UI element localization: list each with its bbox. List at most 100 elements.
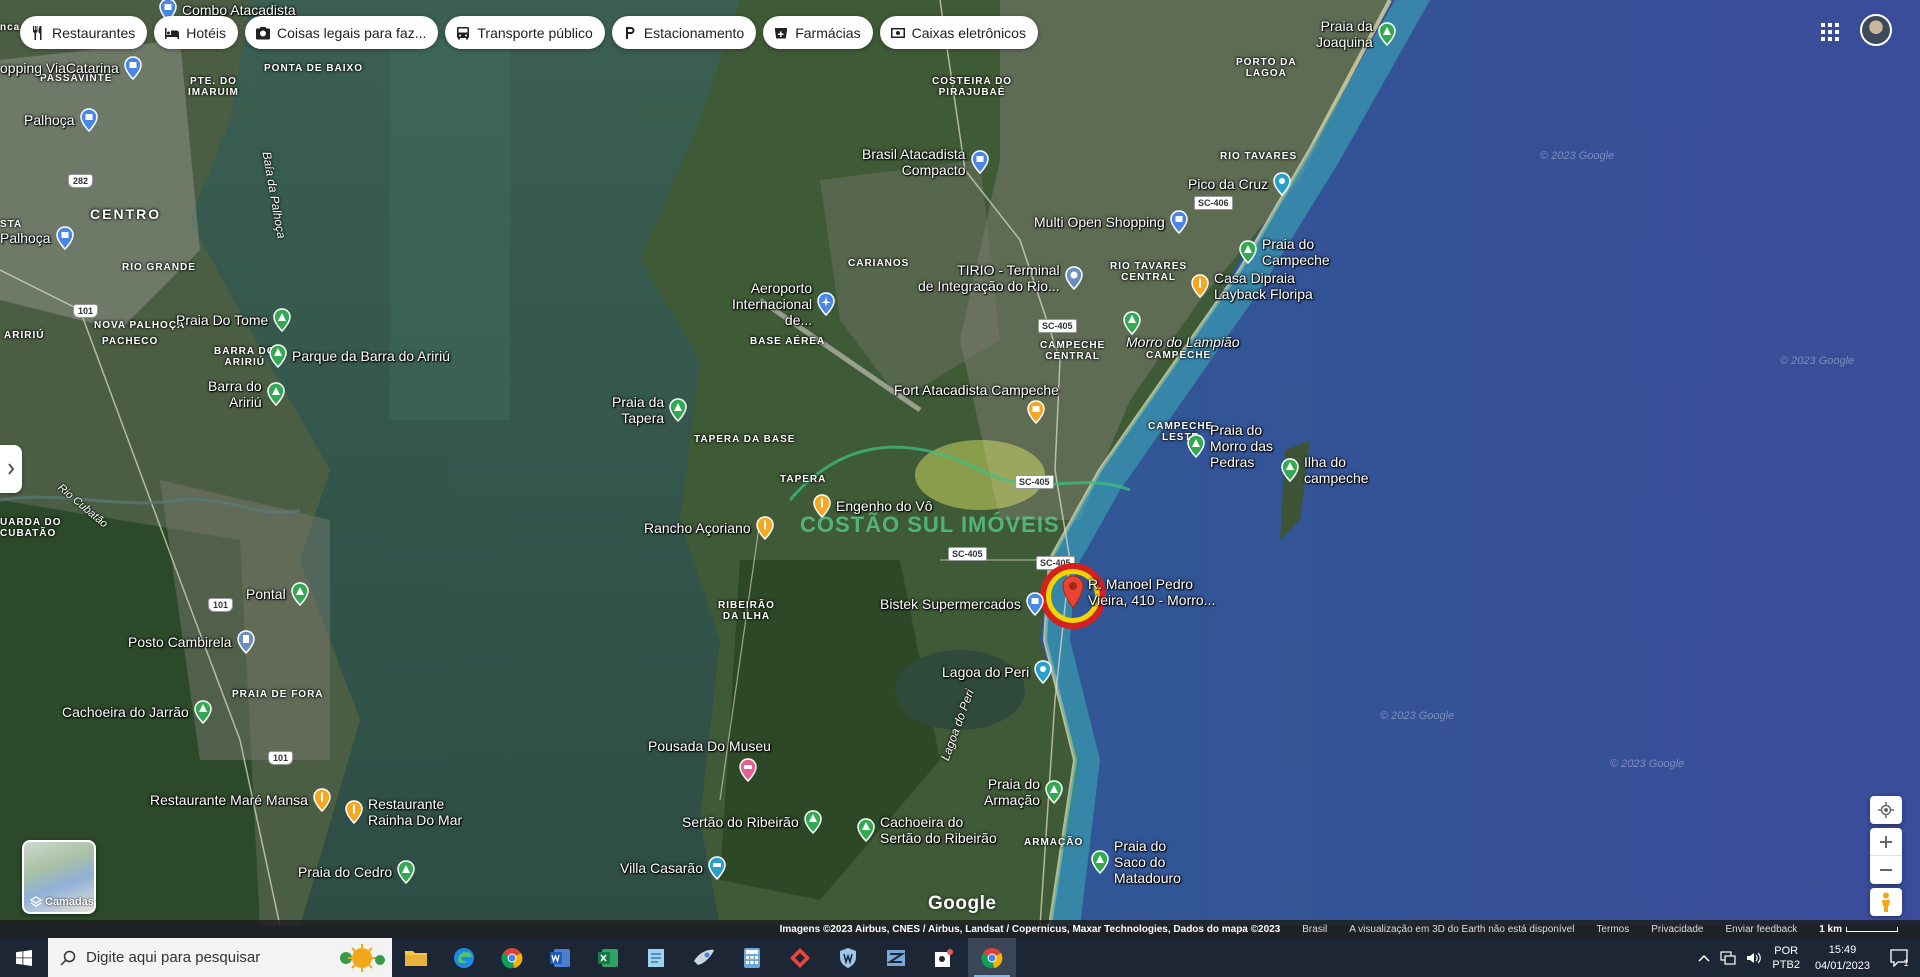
tray-volume[interactable] xyxy=(1741,951,1767,965)
notepad-icon xyxy=(648,948,664,967)
layers-icon xyxy=(30,896,42,907)
place-aeroporto[interactable]: Aeroporto Internacional de... xyxy=(732,280,836,328)
start-button[interactable] xyxy=(0,938,48,977)
place-sertao-ribeirao[interactable]: Sertão do Ribeirão xyxy=(682,810,823,834)
place-engenho-do-vo[interactable]: Engenho do Vô xyxy=(812,494,933,518)
place-praia-do-tome[interactable]: Praia Do Tome xyxy=(176,308,292,332)
place-praia-campeche[interactable]: Praia do Campeche xyxy=(1238,236,1330,268)
place-praia-armacao[interactable]: Praia do Armação xyxy=(984,776,1064,808)
tray-language[interactable]: POR PTB2 xyxy=(1767,944,1805,972)
chip-parking[interactable]: Estacionamento xyxy=(611,16,757,49)
feedback-link[interactable]: Enviar feedback xyxy=(1725,924,1797,935)
action-center-button[interactable]: 1 xyxy=(1880,938,1920,977)
chip-hotels[interactable]: Hotéis xyxy=(154,16,238,49)
place-rancho-acoriano[interactable]: Rancho Açoriano xyxy=(644,516,775,540)
taskbar-defender[interactable] xyxy=(824,938,872,977)
road-shield: SC-405 xyxy=(948,547,987,561)
chip-things-to-do[interactable]: Coisas legais para faz... xyxy=(244,16,439,49)
chip-atms[interactable]: Caixas eletrônicos xyxy=(879,16,1038,49)
place-pico-da-cruz[interactable]: Pico da Cruz xyxy=(1188,172,1292,196)
zoom-in-button[interactable] xyxy=(1870,828,1902,856)
area-label: PTE. DO IMARUIM xyxy=(188,76,239,98)
place-posto-cambirela[interactable]: Posto Cambirela xyxy=(128,630,256,654)
place-pontal[interactable]: Pontal xyxy=(246,582,310,606)
place-praia-do-cedro[interactable]: Praia do Cedro xyxy=(298,860,416,884)
terms-link[interactable]: Termos xyxy=(1596,924,1629,935)
place-label: TIRIO - Terminal de Integração do Rio... xyxy=(918,262,1060,294)
place-shopping-via-catarina[interactable]: opping ViaCatarina xyxy=(0,56,143,80)
shopping-pin-icon[interactable] xyxy=(1026,400,1046,424)
place-label: Fort Atacadista Campeche xyxy=(894,382,1059,398)
chip-public-transport[interactable]: Transporte público xyxy=(445,16,605,49)
layers-button[interactable]: Camadas xyxy=(22,840,96,914)
taskbar-app-7[interactable] xyxy=(680,938,728,977)
place-parque-barra-ariiu[interactable]: Parque da Barra do Aririú xyxy=(268,344,450,368)
side-panel-toggle[interactable] xyxy=(0,445,22,493)
tray-network[interactable] xyxy=(1715,950,1741,965)
place-brasil-atacadista[interactable]: Brasil Atacadista Compacto xyxy=(862,146,990,178)
place-praia-da-tapera[interactable]: Praia da Tapera xyxy=(612,394,688,426)
place-selected-address[interactable]: R. Manoel Pedro Vieira, 410 - Morro... xyxy=(1088,576,1215,608)
hotel-pin-icon[interactable] xyxy=(738,758,758,782)
shopping-pin-icon xyxy=(79,108,98,132)
taskbar-chrome-active[interactable] xyxy=(968,938,1016,977)
taskbar-edge[interactable] xyxy=(440,938,488,977)
chip-label: Farmácias xyxy=(795,24,861,41)
place-label: Palhoça xyxy=(0,230,51,246)
taskbar-app-6[interactable] xyxy=(632,938,680,977)
country-link[interactable]: Brasil xyxy=(1302,924,1327,935)
taskbar-chrome[interactable] xyxy=(488,938,536,977)
place-fort-atacadista[interactable]: Fort Atacadista Campeche xyxy=(894,382,1059,398)
camera-icon xyxy=(255,26,270,39)
place-barra-do-ariiu[interactable]: Barra do Aririú xyxy=(208,378,286,410)
place-palhoca-2[interactable]: Palhoça xyxy=(0,226,75,250)
taskbar-app-9[interactable] xyxy=(776,938,824,977)
scale-control[interactable]: 1 km xyxy=(1819,924,1898,935)
place-ilha-campeche[interactable]: Ilha do campeche xyxy=(1280,454,1369,486)
place-restaurante-mare-mansa[interactable]: Restaurante Maré Mansa xyxy=(150,788,332,812)
taskbar-excel[interactable] xyxy=(584,938,632,977)
taskbar-word[interactable] xyxy=(536,938,584,977)
taskbar-app-12[interactable] xyxy=(920,938,968,977)
beach-pin-icon xyxy=(273,308,292,332)
zoom-out-button[interactable] xyxy=(1870,856,1902,884)
tray-overflow-button[interactable] xyxy=(1693,954,1715,962)
chip-pharmacies[interactable]: Farmácias xyxy=(763,16,873,49)
place-praia-joaquina[interactable]: Praia da Joaquina xyxy=(1316,18,1397,50)
chip-restaurants[interactable]: Restaurantes xyxy=(20,16,148,49)
place-multi-open-shopping[interactable]: Multi Open Shopping xyxy=(1034,210,1189,234)
taskbar-calculator[interactable] xyxy=(728,938,776,977)
place-morro-lampiao[interactable]: Morro do Lampião xyxy=(1122,296,1240,350)
shopping-pin-icon xyxy=(1170,210,1188,234)
place-label[interactable]: Morro do Lampião xyxy=(1126,334,1240,350)
area-label: BASE AÉREA xyxy=(750,336,826,347)
area-label: COSTEIRA DO PIRAJUBAÉ xyxy=(932,76,1013,98)
place-bistek[interactable]: Bistek Supermercados xyxy=(880,592,1045,616)
place-palhoca[interactable]: Palhoça xyxy=(24,108,99,132)
account-avatar[interactable] xyxy=(1860,14,1892,46)
place-restaurante-rainha[interactable]: Restaurante Rainha Do Mar xyxy=(344,796,462,828)
chevron-up-icon xyxy=(1698,954,1710,962)
hotel-pin-icon xyxy=(708,856,726,880)
restaurant-pin-icon xyxy=(1191,274,1209,298)
clock-time: 15:49 xyxy=(1828,943,1857,956)
place-villa-casarao[interactable]: Villa Casarão xyxy=(620,856,727,880)
taskbar-app-11[interactable] xyxy=(872,938,920,977)
taskbar-file-explorer[interactable] xyxy=(392,938,440,977)
tray-clock[interactable]: 15:49 04/01/2023 xyxy=(1805,942,1880,974)
my-location-button[interactable] xyxy=(1870,796,1902,824)
place-tirio-terminal[interactable]: TIRIO - Terminal de Integração do Rio... xyxy=(918,262,1084,294)
apps-grid-icon[interactable] xyxy=(1818,20,1842,44)
place-praia-saco-matadouro[interactable]: Praia do Saco do Matadouro xyxy=(1090,838,1181,886)
place-label: Praia Do Tome xyxy=(176,312,269,328)
place-cachoeira-jarrao[interactable]: Cachoeira do Jarrão xyxy=(62,700,213,724)
area-label: CENTRO xyxy=(90,206,162,222)
place-cachoeira-sertao[interactable]: Cachoeira do Sertão do Ribeirão xyxy=(856,814,997,846)
place-praia-morro-pedras[interactable]: Praia do Morro das Pedras xyxy=(1186,422,1273,470)
place-pousada-museu[interactable]: Pousada Do Museu xyxy=(648,738,771,754)
street-view-pegman[interactable] xyxy=(1870,888,1902,916)
taskbar-search[interactable]: Digite aqui para pesquisar xyxy=(48,938,392,977)
place-lagoa-do-peri[interactable]: Lagoa do Peri xyxy=(942,660,1053,684)
privacy-link[interactable]: Privacidade xyxy=(1651,924,1703,935)
map-canvas[interactable]: COSTÃO SUL IMÓVEIS © 2023 Google © 2023 … xyxy=(0,0,1920,926)
